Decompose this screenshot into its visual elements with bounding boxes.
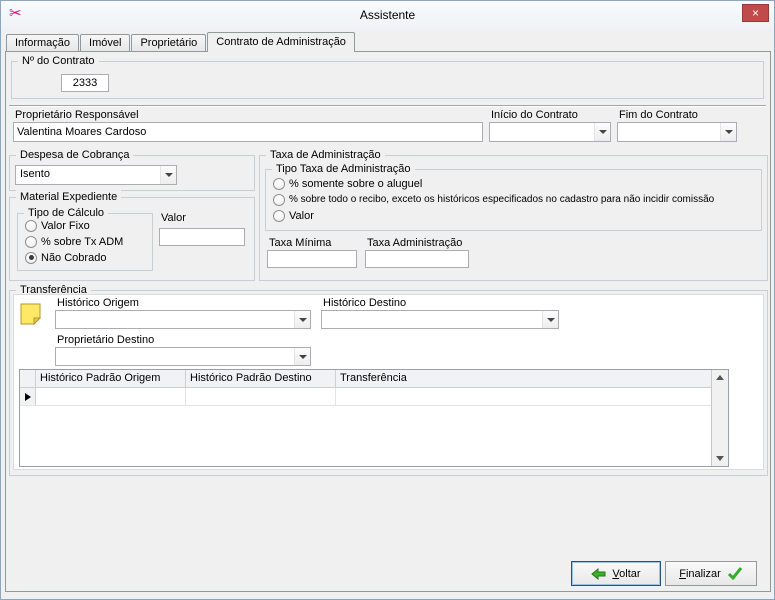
transfer-grid-body: Histórico Padrão Origem Histórico Padrão… [20, 370, 711, 466]
chevron-down-icon[interactable] [542, 311, 558, 328]
radio-circle [25, 236, 37, 248]
finalizar-label: Finalizar [679, 568, 721, 580]
radio-somente-aluguel[interactable]: % somente sobre o aluguel [273, 177, 422, 190]
grid-indicator-header [20, 370, 36, 387]
valor-input[interactable] [159, 228, 245, 246]
despesa-cobranca-value: Isento [16, 166, 160, 184]
contract-number-input[interactable] [61, 74, 109, 92]
radio-circle [25, 252, 37, 264]
chevron-down-icon[interactable] [594, 123, 610, 141]
grid-column-transferencia[interactable]: Transferência [336, 370, 711, 387]
radio-todo-recibo[interactable]: % sobre todo o recibo, exceto os históri… [273, 193, 714, 206]
chevron-down-icon[interactable] [294, 348, 310, 365]
radio-taxa-valor-label: Valor [289, 210, 314, 222]
row-indicator-icon [20, 388, 36, 405]
check-icon [727, 567, 743, 580]
finalizar-button[interactable]: Finalizar [665, 561, 757, 586]
separator [9, 105, 766, 107]
tabstrip: Informação Imóvel Proprietário Contrato … [6, 32, 356, 52]
voltar-button[interactable]: Voltar [571, 561, 661, 586]
contract-end-value [618, 123, 720, 141]
cell-destino[interactable] [186, 388, 336, 405]
sticky-note-icon [17, 301, 43, 327]
taxa-minima-label: Taxa Mínima [269, 237, 331, 250]
group-tipo-calculo-label: Tipo de Cálculo [24, 206, 108, 220]
radio-valor-fixo[interactable]: Valor Fixo [25, 219, 90, 232]
radio-todo-recibo-label: % sobre todo o recibo, exceto os históri… [289, 194, 714, 205]
taxa-administracao-input[interactable] [365, 250, 469, 268]
chevron-down-icon[interactable] [294, 311, 310, 328]
historico-destino-combobox[interactable] [321, 310, 559, 329]
tab-imovel[interactable]: Imóvel [80, 34, 130, 51]
chevron-down-icon[interactable] [720, 123, 736, 141]
scroll-up-icon[interactable] [712, 370, 728, 385]
radio-sobre-tx-adm-label: % sobre Tx ADM [41, 236, 123, 248]
contract-end-label: Fim do Contrato [619, 109, 698, 122]
group-tipo-taxa-administracao-label: Tipo Taxa de Administração [272, 162, 415, 176]
contract-start-value [490, 123, 594, 141]
grid-vertical-scrollbar[interactable] [711, 370, 728, 466]
radio-nao-cobrado[interactable]: Não Cobrado [25, 251, 106, 264]
historico-destino-value [322, 311, 542, 328]
radio-nao-cobrado-label: Não Cobrado [41, 252, 106, 264]
taxa-administracao-label: Taxa Administração [367, 237, 462, 250]
proprietario-destino-value [56, 348, 294, 365]
contract-start-combobox[interactable] [489, 122, 611, 142]
group-material-expediente-label: Material Expediente [16, 190, 121, 204]
radio-circle [273, 178, 285, 190]
radio-circle [25, 220, 37, 232]
grid-column-historico-padrao-origem[interactable]: Histórico Padrão Origem [36, 370, 186, 387]
scroll-down-icon[interactable] [712, 451, 728, 466]
transfer-grid: Histórico Padrão Origem Histórico Padrão… [19, 369, 729, 467]
taxa-minima-input[interactable] [267, 250, 357, 268]
voltar-label: Voltar [612, 568, 640, 580]
proprietario-destino-combobox[interactable] [55, 347, 311, 366]
close-button[interactable]: × [742, 4, 769, 22]
assistente-dialog: ✂ Assistente × Informação Imóvel Proprie… [0, 0, 775, 600]
historico-destino-label: Histórico Destino [323, 297, 406, 310]
table-row[interactable] [20, 388, 711, 406]
group-numero-contrato: Nº do Contrato [11, 61, 764, 99]
transfer-grid-header: Histórico Padrão Origem Histórico Padrão… [20, 370, 711, 388]
radio-sobre-tx-adm[interactable]: % sobre Tx ADM [25, 235, 123, 248]
historico-origem-value [56, 311, 294, 328]
radio-somente-aluguel-label: % somente sobre o aluguel [289, 178, 422, 190]
cell-transferencia[interactable] [336, 388, 711, 405]
radio-circle [273, 210, 285, 222]
arrow-left-icon [591, 568, 606, 580]
tab-informacao[interactable]: Informação [6, 34, 79, 51]
despesa-cobranca-combobox[interactable]: Isento [15, 165, 177, 185]
group-numero-contrato-label: Nº do Contrato [18, 54, 99, 68]
radio-taxa-valor[interactable]: Valor [273, 209, 314, 222]
radio-valor-fixo-label: Valor Fixo [41, 220, 90, 232]
grid-column-historico-padrao-destino[interactable]: Histórico Padrão Destino [186, 370, 336, 387]
tab-proprietario[interactable]: Proprietário [131, 34, 206, 51]
valor-label: Valor [161, 212, 186, 225]
owner-label: Proprietário Responsável [15, 109, 139, 122]
group-taxa-administracao-label: Taxa de Administração [266, 148, 385, 162]
contract-end-combobox[interactable] [617, 122, 737, 142]
titlebar[interactable]: ✂ Assistente × [1, 1, 774, 31]
proprietario-destino-label: Proprietário Destino [57, 334, 154, 347]
group-despesa-cobranca-label: Despesa de Cobrança [16, 148, 133, 162]
historico-origem-combobox[interactable] [55, 310, 311, 329]
historico-origem-label: Histórico Origem [57, 297, 139, 310]
cell-origem[interactable] [36, 388, 186, 405]
tab-contrato-administracao[interactable]: Contrato de Administração [207, 32, 355, 52]
chevron-down-icon[interactable] [160, 166, 176, 184]
close-icon: × [752, 7, 759, 19]
contract-start-label: Início do Contrato [491, 109, 578, 122]
radio-circle [273, 194, 285, 206]
window-title: Assistente [1, 1, 774, 31]
owner-input[interactable] [13, 122, 483, 142]
